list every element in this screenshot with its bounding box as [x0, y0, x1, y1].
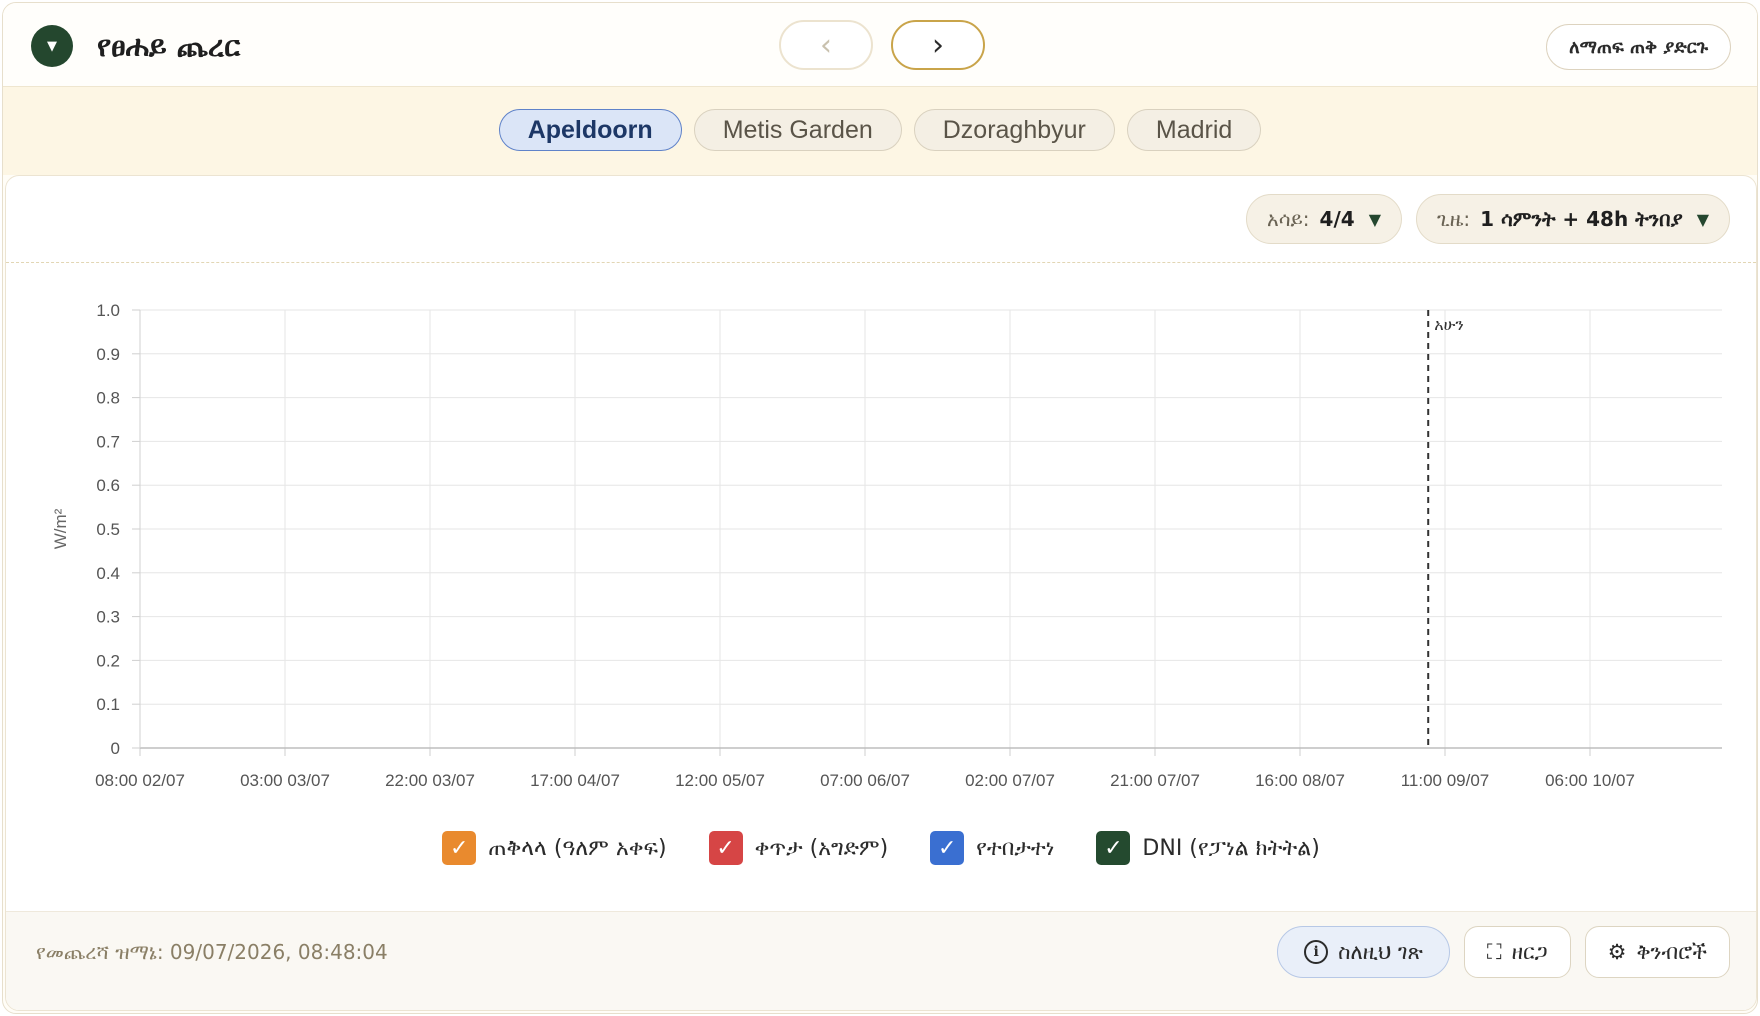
- chart-filters: አሳይ: 4/4 ▼ ጊዜ: 1 ሳምንት + 48h ትንበያ ▼: [1246, 194, 1730, 244]
- location-tabs-bar: Apeldoorn Metis Garden Dzoraghbyur Madri…: [3, 87, 1757, 175]
- tab-apeldoorn[interactable]: Apeldoorn: [498, 109, 682, 151]
- tab-dzoraghbyur[interactable]: Dzoraghbyur: [913, 109, 1115, 151]
- location-tabs: Apeldoorn Metis Garden Dzoraghbyur Madri…: [3, 109, 1757, 151]
- chart-legend: ✓ ጠቅላላ (ዓለም አቀፍ) ✓ ቀጥታ (አግድም) ✓ የተበታተነ ✓…: [6, 831, 1756, 865]
- legend-item-global[interactable]: ✓ ጠቅላላ (ዓለም አቀፍ): [442, 831, 667, 865]
- x-tick-label: 02:00 07/07: [965, 771, 1055, 790]
- footer: የመጨረሻ ዝማኔ: 09/07/2026, 08:48:04 i ስለዚህ ገ…: [6, 911, 1756, 1010]
- y-tick-label: 0.1: [96, 695, 120, 714]
- y-tick-label: 0: [111, 739, 120, 758]
- x-tick-label: 07:00 06/07: [820, 771, 910, 790]
- solar-radiation-app: ▼ የፀሐይ ጨረር ‹ › ለማጠፍ ጠቅ ያድርጉ Apeldoorn Me…: [2, 2, 1758, 1014]
- expand-label: ዘርጋ: [1511, 939, 1548, 964]
- time-range-select[interactable]: ጊዜ: 1 ሳምንት + 48h ትንበያ ▼: [1416, 194, 1730, 244]
- series-select[interactable]: አሳይ: 4/4 ▼: [1246, 194, 1402, 244]
- chevron-right-icon: ›: [932, 27, 944, 63]
- legend-item-direct[interactable]: ✓ ቀጥታ (አግድም): [708, 831, 889, 865]
- about-button[interactable]: i ስለዚህ ገጽ: [1277, 926, 1450, 978]
- y-tick-label: 0.9: [96, 345, 120, 364]
- header: ▼ የፀሐይ ጨረር ‹ › ለማጠፍ ጠቅ ያድርጉ: [3, 3, 1757, 87]
- chart-card: አሳይ: 4/4 ▼ ጊዜ: 1 ሳምንት + 48h ትንበያ ▼ 1.0 0.…: [5, 175, 1757, 1011]
- series-select-label: አሳይ:: [1267, 207, 1310, 231]
- caret-down-icon: ▼: [1696, 209, 1709, 229]
- legend-label: DNI (የፓነል ክትትል): [1142, 835, 1320, 861]
- y-axis-label: W/m²: [51, 508, 70, 549]
- settings-button[interactable]: ⚙ ቅንብሮች: [1584, 926, 1730, 978]
- legend-item-diffuse[interactable]: ✓ የተበታተነ: [930, 831, 1054, 865]
- x-tick-label: 22:00 03/07: [385, 771, 475, 790]
- checkbox-dni[interactable]: ✓: [1096, 831, 1131, 865]
- x-tick-label: 03:00 03/07: [240, 771, 330, 790]
- x-tick-label: 11:00 09/07: [1401, 771, 1490, 790]
- tab-madrid[interactable]: Madrid: [1126, 109, 1262, 151]
- y-tick-label: 0.4: [96, 564, 120, 583]
- y-tick-label: 0.5: [96, 520, 120, 539]
- checkbox-diffuse[interactable]: ✓: [930, 831, 965, 865]
- radiation-chart[interactable]: 1.0 0.9 0.8 0.7 0.6 0.5 0.4 0.3 0.2 0.1 0 08:00 02/…: [6, 262, 1756, 822]
- series-select-value: 4/4: [1319, 207, 1355, 231]
- x-tick-label: 12:00 05/07: [675, 771, 765, 790]
- expand-icon: ⛶: [1486, 939, 1502, 964]
- chart-svg: 1.0 0.9 0.8 0.7 0.6 0.5 0.4 0.3 0.2 0.1 0 08:00 02/…: [51, 301, 1722, 790]
- expand-button[interactable]: ⛶ ዘርጋ: [1463, 926, 1571, 978]
- y-tick-label: 0.6: [96, 476, 120, 495]
- legend-label: የተበታተነ: [976, 835, 1055, 861]
- gear-icon: ⚙: [1607, 940, 1627, 964]
- previous-button[interactable]: ‹: [779, 20, 873, 70]
- info-icon: i: [1304, 940, 1329, 964]
- time-range-label: ጊዜ:: [1437, 207, 1471, 231]
- checkbox-global[interactable]: ✓: [442, 831, 477, 865]
- legend-item-dni[interactable]: ✓ DNI (የፓነል ክትትል): [1096, 831, 1320, 865]
- page-title: የፀሐይ ጨረር: [97, 29, 241, 63]
- tab-metis-garden[interactable]: Metis Garden: [693, 109, 902, 151]
- next-button[interactable]: ›: [891, 20, 985, 70]
- last-updated-text: የመጨረሻ ዝማኔ: 09/07/2026, 08:48:04: [36, 940, 388, 964]
- about-label: ስለዚህ ገጽ: [1338, 939, 1423, 964]
- caret-down-icon: ▼: [1368, 209, 1381, 229]
- footer-actions: i ስለዚህ ገጽ ⛶ ዘርጋ ⚙ ቅንብሮች: [1277, 926, 1730, 978]
- now-marker-label: አሁን: [1434, 315, 1464, 334]
- settings-label: ቅንብሮች: [1636, 939, 1707, 964]
- chevron-left-icon: ‹: [820, 27, 832, 63]
- x-tick-label: 08:00 02/07: [95, 771, 185, 790]
- legend-label: ጠቅላላ (ዓለም አቀፍ): [488, 835, 667, 861]
- y-tick-label: 0.8: [96, 389, 120, 408]
- x-tick-label: 21:00 07/07: [1110, 771, 1200, 790]
- legend-label: ቀጥታ (አግድም): [754, 835, 889, 861]
- checkbox-direct[interactable]: ✓: [708, 831, 743, 865]
- x-tick-label: 06:00 10/07: [1545, 771, 1635, 790]
- y-tick-label: 0.2: [96, 651, 120, 670]
- collapse-button[interactable]: ለማጠፍ ጠቅ ያድርጉ: [1546, 24, 1731, 70]
- y-tick-label: 0.3: [96, 608, 120, 627]
- time-range-value: 1 ሳምንት + 48h ትንበያ: [1480, 207, 1683, 231]
- y-tick-label: 0.7: [96, 432, 120, 451]
- y-tick-label: 1.0: [96, 301, 120, 320]
- collapse-toggle-icon[interactable]: ▼: [31, 25, 73, 67]
- x-tick-label: 17:00 04/07: [530, 771, 620, 790]
- x-tick-label: 16:00 08/07: [1255, 771, 1345, 790]
